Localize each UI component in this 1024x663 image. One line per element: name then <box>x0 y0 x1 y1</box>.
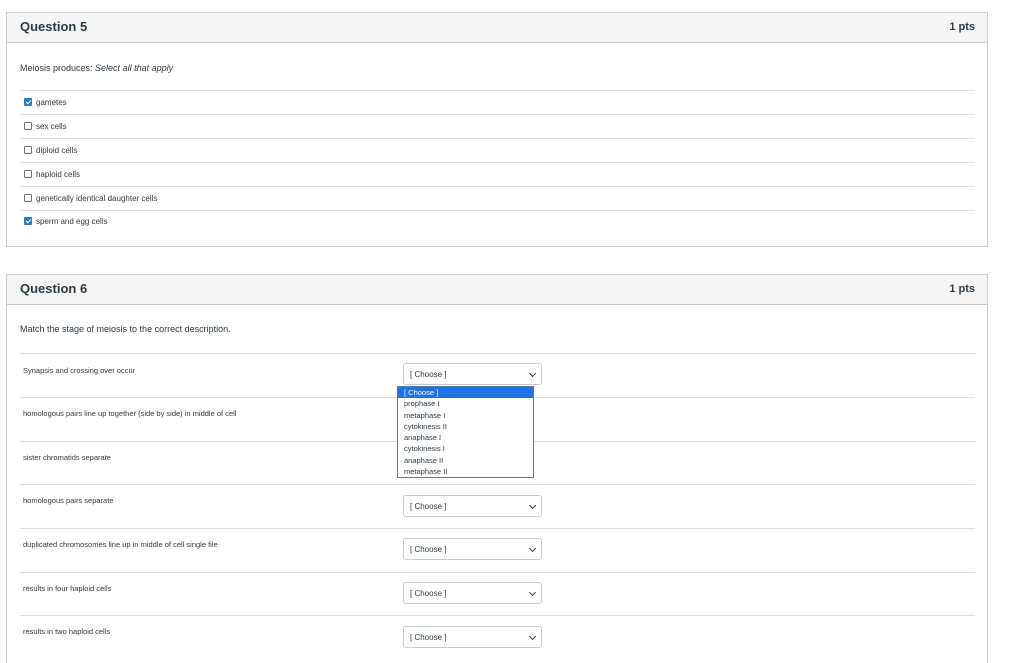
answer-label: diploid cells <box>36 145 78 155</box>
prompt-instruction: Select all that apply <box>95 63 174 73</box>
question-prompt: Match the stage of meiosis to the correc… <box>20 324 231 334</box>
select-value: [ Choose ] <box>410 633 447 642</box>
answer-label: sperm and egg cells <box>36 216 108 226</box>
answer-label: genetically identical daughter cells <box>36 193 158 203</box>
chevron-down-icon <box>528 369 537 378</box>
divider <box>20 572 975 573</box>
divider <box>20 353 975 354</box>
match-description: Synapsis and crossing over occur <box>23 366 136 375</box>
select-value: [ Choose ] <box>410 370 447 379</box>
answer-option[interactable]: gametes <box>24 96 67 108</box>
divider <box>20 484 975 485</box>
stage-select[interactable]: [ Choose ] <box>403 363 542 385</box>
chevron-down-icon <box>528 501 537 510</box>
divider <box>20 162 975 163</box>
dropdown-option[interactable]: anaphase I <box>398 432 533 443</box>
stage-select[interactable]: [ Choose ] <box>403 626 542 648</box>
divider <box>20 186 975 187</box>
question-points: 1 pts <box>949 21 975 33</box>
checkbox-checked[interactable] <box>24 217 32 225</box>
question-5-header: Question 5 1 pts <box>7 13 987 43</box>
match-description: homologous pairs separate <box>23 496 114 505</box>
divider <box>20 615 975 616</box>
divider <box>20 90 975 91</box>
question-5-card: Question 5 1 pts Meiosis produces: Selec… <box>6 12 988 247</box>
answer-option[interactable]: diploid cells <box>24 144 77 156</box>
dropdown-option[interactable]: cytokinesis I <box>398 443 533 454</box>
dropdown-option[interactable]: metaphase I <box>398 410 533 421</box>
checkbox-checked[interactable] <box>24 98 32 106</box>
match-description: results in four haploid cells <box>23 584 112 593</box>
divider <box>20 114 975 115</box>
answer-label: sex cells <box>36 121 67 131</box>
question-6-header: Question 6 1 pts <box>7 275 987 305</box>
answer-label: gametes <box>36 97 67 107</box>
stage-select[interactable]: [ Choose ] <box>403 538 542 560</box>
stage-select[interactable]: [ Choose ] <box>403 495 542 517</box>
select-value: [ Choose ] <box>410 545 447 554</box>
answer-label: haploid cells <box>36 169 81 179</box>
select-value: [ Choose ] <box>410 502 447 511</box>
dropdown-option[interactable]: anaphase II <box>398 455 533 466</box>
match-description: sister chromatids separate <box>23 453 111 462</box>
checkbox[interactable] <box>24 122 32 130</box>
select-value: [ Choose ] <box>410 589 447 598</box>
divider <box>20 210 975 211</box>
answer-option[interactable]: genetically identical daughter cells <box>24 192 157 204</box>
chevron-down-icon <box>528 544 537 553</box>
answer-option[interactable]: sex cells <box>24 120 67 132</box>
checkbox[interactable] <box>24 194 32 202</box>
stage-dropdown-list[interactable]: [ Choose ] prophase I metaphase I cytoki… <box>397 386 534 478</box>
checkbox[interactable] <box>24 146 32 154</box>
question-title: Question 6 <box>20 281 88 296</box>
answer-option[interactable]: haploid cells <box>24 168 80 180</box>
stage-select[interactable]: [ Choose ] <box>403 582 542 604</box>
dropdown-option[interactable]: prophase I <box>398 398 533 409</box>
match-description: homologous pairs line up together (side … <box>23 409 237 418</box>
question-points: 1 pts <box>949 283 975 295</box>
divider <box>20 138 975 139</box>
chevron-down-icon <box>528 632 537 641</box>
dropdown-option[interactable]: cytokinesis II <box>398 421 533 432</box>
match-description: duplicated chromosomes line up in middle… <box>23 540 218 549</box>
answer-option[interactable]: sperm and egg cells <box>24 215 108 227</box>
dropdown-option[interactable]: metaphase II <box>398 466 533 477</box>
prompt-text: Meiosis produces: <box>20 63 96 73</box>
checkbox[interactable] <box>24 170 32 178</box>
question-prompt: Meiosis produces: Select all that apply <box>20 63 173 73</box>
question-title: Question 5 <box>20 19 88 34</box>
dropdown-option[interactable]: [ Choose ] <box>398 387 533 399</box>
match-description: results in two haploid cells <box>23 627 111 636</box>
divider <box>20 528 975 529</box>
chevron-down-icon <box>528 588 537 597</box>
